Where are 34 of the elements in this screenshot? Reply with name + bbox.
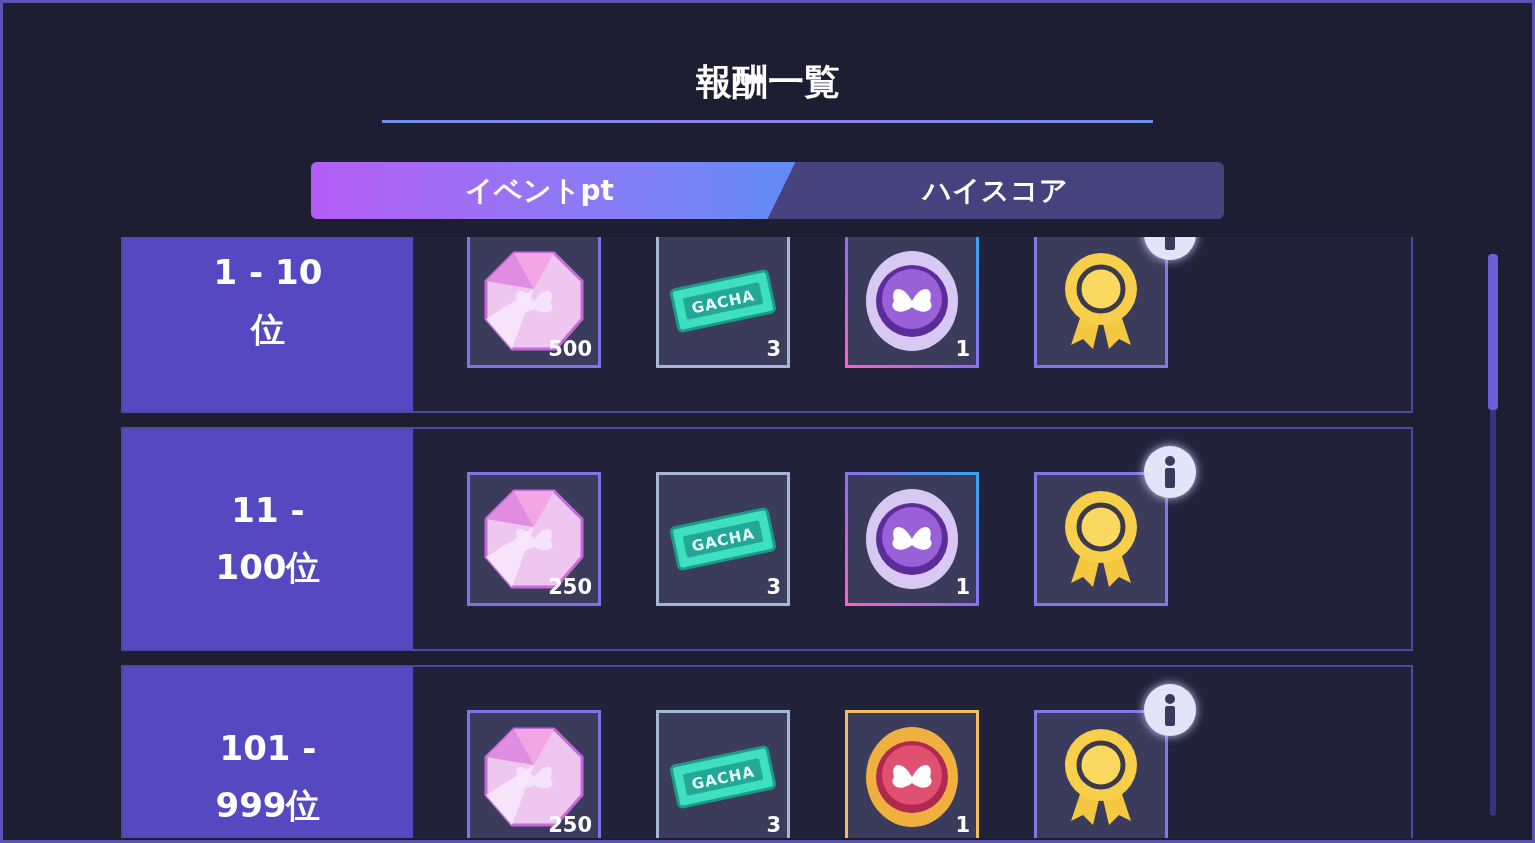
- item-count: 500: [548, 336, 592, 363]
- panel-title: 報酬一覧: [695, 60, 840, 104]
- item-count: 3: [766, 336, 781, 363]
- reward-item[interactable]: GACHA 3: [656, 237, 790, 368]
- reward-item[interactable]: 250: [467, 472, 601, 606]
- item-count: 3: [766, 574, 781, 601]
- info-button[interactable]: [1144, 446, 1196, 498]
- reward-item[interactable]: GACHA 3: [656, 710, 790, 838]
- reward-item[interactable]: [1034, 710, 1168, 838]
- reward-item[interactable]: 1: [845, 710, 979, 838]
- item-count: 1: [955, 574, 970, 601]
- item-count: 3: [766, 812, 781, 838]
- reward-item[interactable]: GACHA 3: [656, 472, 790, 606]
- item-count: 1: [955, 336, 970, 363]
- info-icon: [1164, 694, 1176, 726]
- brooch-icon: [864, 249, 960, 353]
- rank-text: 1 - 10位: [212, 251, 324, 351]
- rank-text: 11 - 100位: [214, 489, 322, 589]
- reward-item[interactable]: 250: [467, 710, 601, 838]
- item-count: 250: [548, 574, 592, 601]
- scrollbar-track[interactable]: [1490, 254, 1496, 816]
- brooch-icon: [864, 725, 960, 829]
- scrollbar-thumb[interactable]: [1488, 254, 1498, 410]
- reward-item[interactable]: 1: [845, 472, 979, 606]
- item-count: 1: [955, 812, 970, 838]
- reward-item[interactable]: 500: [467, 237, 601, 368]
- reward-item[interactable]: [1034, 237, 1168, 368]
- info-icon: [1164, 456, 1176, 488]
- item-count: 250: [548, 812, 592, 838]
- brooch-icon: [864, 487, 960, 591]
- reward-item[interactable]: [1034, 472, 1168, 606]
- rank-text: 101 - 999位: [214, 727, 322, 827]
- info-button[interactable]: [1144, 684, 1196, 736]
- reward-item[interactable]: 1: [845, 237, 979, 368]
